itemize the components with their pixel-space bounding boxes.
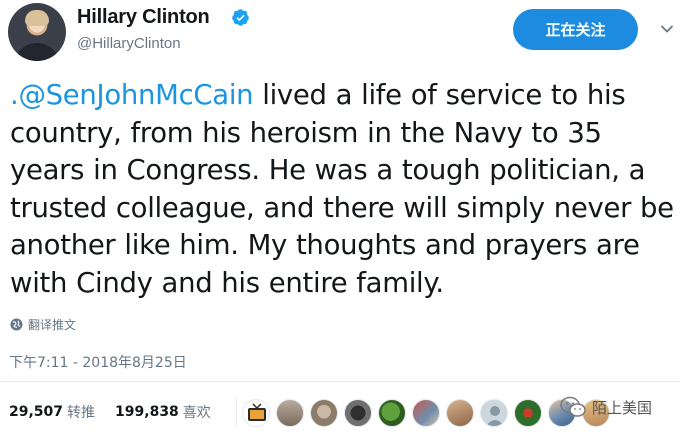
tv-avatar-icon bbox=[248, 403, 266, 421]
tweet-card: Hillary Clinton @HillaryClinton 正在关注 .@S… bbox=[0, 0, 680, 437]
translate-tweet-link[interactable]: 翻译推文 bbox=[10, 316, 76, 333]
liker-avatar-default[interactable] bbox=[480, 399, 508, 427]
mention-link[interactable]: .@SenJohnMcCain bbox=[10, 79, 254, 111]
avatar[interactable] bbox=[8, 3, 66, 61]
wechat-icon bbox=[560, 396, 586, 417]
likes-count[interactable]: 199,838 bbox=[115, 404, 179, 420]
tweet-body: lived a life of service to his country, … bbox=[10, 79, 674, 299]
liker-avatar[interactable] bbox=[446, 399, 474, 427]
liker-avatar[interactable] bbox=[378, 399, 406, 427]
avatar-hair bbox=[25, 10, 49, 26]
watermark-text: 陌上美国 bbox=[592, 398, 653, 417]
author-display-name[interactable]: Hillary Clinton bbox=[77, 6, 210, 29]
liker-avatar[interactable] bbox=[310, 399, 338, 427]
chevron-down-icon[interactable] bbox=[660, 24, 674, 34]
verified-badge-icon bbox=[232, 9, 249, 26]
retweets-label[interactable]: 转推 bbox=[67, 402, 95, 422]
stats-divider bbox=[236, 397, 237, 427]
tweet-text: .@SenJohnMcCain lived a life of service … bbox=[10, 77, 678, 302]
liker-avatar[interactable] bbox=[242, 399, 270, 427]
likes-label[interactable]: 喜欢 bbox=[183, 402, 211, 422]
tweet-stats: 29,507 转推 199,838 喜欢 bbox=[9, 402, 211, 422]
liker-avatar[interactable] bbox=[514, 399, 542, 427]
liker-avatar[interactable] bbox=[412, 399, 440, 427]
wechat-watermark: 陌上美国 bbox=[560, 396, 652, 418]
liker-avatar[interactable] bbox=[276, 399, 304, 427]
author-handle[interactable]: @HillaryClinton bbox=[77, 35, 181, 52]
divider bbox=[0, 381, 680, 382]
translate-label: 翻译推文 bbox=[28, 318, 77, 332]
following-button[interactable]: 正在关注 bbox=[513, 9, 638, 50]
retweets-count[interactable]: 29,507 bbox=[9, 404, 63, 420]
liker-avatar[interactable] bbox=[344, 399, 372, 427]
avatar-shoulders bbox=[14, 43, 60, 61]
default-user-icon bbox=[486, 406, 504, 426]
globe-icon bbox=[10, 318, 23, 331]
tweet-timestamp[interactable]: 下午7:11 - 2018年8月25日 bbox=[9, 352, 187, 372]
